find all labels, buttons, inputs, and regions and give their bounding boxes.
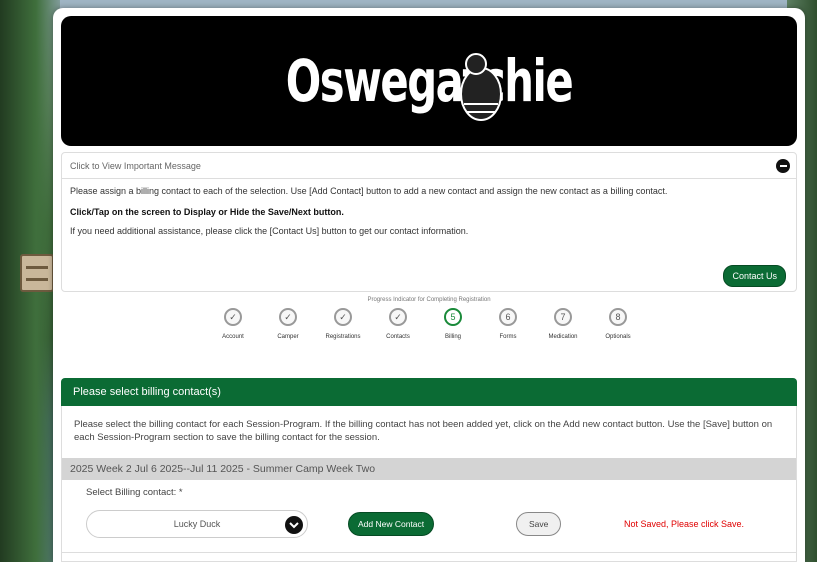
camp-logo: Oswegatchie (285, 47, 574, 115)
registration-panel: Oswegatchie Click to View Important Mess… (53, 8, 805, 562)
step-circle-current[interactable]: 5 (444, 308, 462, 326)
step-label: Billing (444, 334, 461, 340)
selected-contact[interactable]: Lucky Duck (174, 519, 221, 529)
billing-description: Please select the billing contact for ea… (74, 419, 773, 443)
billing-section-title: Please select billing contact(s) (61, 378, 797, 406)
step-label: Medication (548, 334, 578, 340)
step-label: Registrations (325, 334, 361, 340)
divider (62, 552, 796, 553)
step-camper[interactable]: ✓ Camper (260, 308, 316, 340)
step-circle[interactable]: ✓ (279, 308, 297, 326)
step-contacts[interactable]: ✓ Contacts (370, 308, 426, 340)
camp-banner: Oswegatchie (61, 16, 797, 146)
billing-section-body: Please select the billing contact for ea… (61, 406, 797, 562)
step-label: Forms (499, 334, 517, 340)
step-circle[interactable]: ✓ (224, 308, 242, 326)
message-bold-line: Click/Tap on the screen to Display or Hi… (70, 207, 344, 217)
step-circle[interactable]: 6 (499, 308, 517, 326)
step-circle[interactable]: 8 (609, 308, 627, 326)
step-label: Camper (277, 334, 299, 340)
important-message-box: Click to View Important Message Please a… (61, 152, 797, 292)
collapse-icon[interactable] (776, 158, 790, 173)
progress-title: Progress Indicator for Completing Regist… (367, 297, 491, 303)
step-label: Account (222, 334, 244, 340)
camp-sign-image (20, 254, 54, 292)
step-medication[interactable]: 7 Medication (535, 308, 591, 340)
step-forms[interactable]: 6 Forms (480, 308, 536, 340)
save-button[interactable]: Save (516, 512, 562, 536)
message-toggle-header[interactable]: Click to View Important Message (62, 153, 796, 179)
chevron-down-icon[interactable] (285, 516, 303, 534)
add-new-contact-button[interactable]: Add New Contact (348, 512, 435, 536)
step-registrations[interactable]: ✓ Registrations (315, 308, 371, 340)
loon-logo-icon (460, 53, 502, 121)
message-paragraph-2: If you need additional assistance, pleas… (70, 226, 469, 236)
billing-contact-label: Select Billing contact: * (86, 487, 183, 498)
message-body: Please assign a billing contact to each … (62, 179, 796, 252)
message-header-text[interactable]: Click to View Important Message (70, 161, 201, 171)
message-paragraph-1: Please assign a billing contact to each … (70, 186, 668, 196)
session-title: 2025 Week 2 Jul 6 2025--Jul 11 2025 - Su… (62, 458, 796, 480)
step-circle[interactable]: ✓ (389, 308, 407, 326)
step-label: Contacts (386, 334, 410, 340)
billing-contact-select[interactable]: Lucky Duck (86, 510, 308, 538)
step-label: Optionals (605, 334, 631, 340)
step-billing[interactable]: 5 Billing (425, 308, 481, 340)
contact-us-button[interactable]: Contact Us (723, 265, 786, 287)
progress-indicator: ✓ Account ✓ Camper ✓ Registrations ✓ Con… (205, 308, 645, 358)
save-status-text: Not Saved, Please click Save. (624, 519, 745, 529)
step-circle[interactable]: ✓ (334, 308, 352, 326)
step-account[interactable]: ✓ Account (205, 308, 261, 340)
step-optionals[interactable]: 8 Optionals (590, 308, 646, 340)
step-circle[interactable]: 7 (554, 308, 572, 326)
